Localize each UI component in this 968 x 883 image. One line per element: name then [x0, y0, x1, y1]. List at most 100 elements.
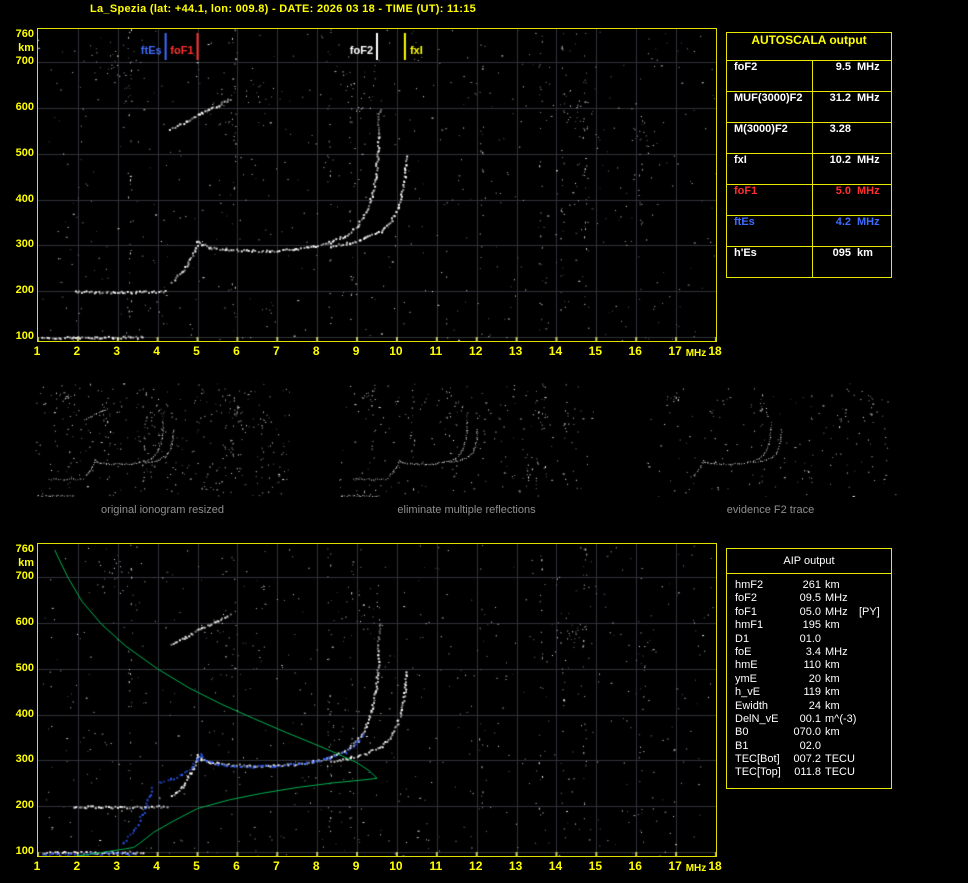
y-axis-tick-label: 100 — [15, 845, 34, 857]
x-axis-tick-label: 6 — [233, 344, 240, 358]
x-axis-tick-label: 16 — [628, 344, 642, 358]
aip-row: hmE 110 km — [735, 659, 891, 672]
thumbnail-caption-eliminate: eliminate multiple reflections — [397, 504, 536, 516]
x-axis-tick-label: 2 — [73, 859, 81, 873]
autoscala-row: h'Es 095 km — [727, 247, 891, 277]
autoscala-parameter-unit: MHz — [857, 185, 880, 197]
aip-parameter-value: 011.8 — [794, 766, 821, 779]
x-axis-tick-label: 10 — [389, 859, 403, 873]
autoscala-parameter-value: 9.5 — [835, 61, 851, 73]
aip-parameter-unit — [825, 633, 857, 646]
autoscala-parameter-value: 10.2 — [829, 154, 851, 166]
x-axis-tick-label: 1 — [33, 859, 41, 873]
aip-parameter-value: 01.0 — [799, 632, 821, 645]
autoscala-parameter-value: 3.28 — [829, 123, 851, 135]
aip-parameter-name: DelN_vE — [735, 712, 779, 725]
aip-parameter-name: h_vE — [735, 686, 761, 699]
y-axis-tick-label: 100 — [15, 330, 34, 342]
autoscala-parameter-name: h'Es — [727, 247, 813, 277]
x-axis-tick-label: 9 — [352, 859, 360, 873]
x-axis-tick-label: 3 — [113, 859, 121, 873]
autoscala-row: M(3000)F2 3.28 — [727, 123, 891, 154]
x-axis-tick-label: 14 — [548, 344, 563, 358]
thumbnail-original-ionogram-canvas — [35, 383, 290, 497]
top-ionogram-canvas — [37, 28, 717, 342]
aip-output-panel: AIP output hmF2 261 km foF2 09.5 MHz foF1 05.0 M… — [726, 548, 892, 789]
aip-parameter-value: 195 — [802, 619, 821, 632]
x-axis-tick-label: 7 — [272, 344, 280, 358]
aip-parameter-unit: MHz — [825, 605, 848, 618]
y-axis-tick-label: 200 — [15, 799, 34, 812]
aip-parameter-name: hmE — [735, 659, 758, 672]
y-axis-tick-label: 500 — [15, 661, 34, 674]
aip-parameter-name: hmF2 — [735, 579, 764, 591]
aip-parameter-name: D1 — [735, 632, 750, 645]
x-axis-tick-label: 10 — [389, 344, 403, 358]
autoscala-panel-title: AUTOSCALA output — [727, 33, 891, 61]
autoscala-parameter-unit: MHz — [857, 154, 880, 166]
x-axis-unit-label: MHz — [685, 863, 707, 874]
autoscala-row: MUF(3000)F2 31.2 MHz — [727, 92, 891, 123]
autoscala-parameter-name: foF2 — [727, 61, 813, 91]
x-axis-tick-label: 4 — [153, 344, 160, 358]
y-axis-tick-label: 400 — [15, 707, 34, 720]
autoscala-parameter-name: ftEs — [727, 216, 813, 246]
aip-parameter-name: B0 — [735, 726, 749, 739]
autoscala-parameter-name: foF1 — [727, 185, 813, 215]
y-axis-tick-label: 300 — [15, 753, 34, 766]
thumbnail-eliminate-reflections-canvas — [339, 383, 594, 497]
x-axis-tick-label: 13 — [508, 859, 523, 873]
y-axis-unit-label: km — [18, 557, 34, 569]
autoscala-row: ftEs 4.2 MHz — [727, 216, 891, 247]
y-axis-tick-label: 760 — [15, 28, 34, 40]
aip-row: TEC[Top] 011.8 TECU — [735, 766, 891, 779]
aip-row: ymE 20 km — [735, 673, 891, 686]
aip-row: TEC[Bot] 007.2 TECU — [735, 753, 891, 766]
aip-row: B1 02.0 — [735, 740, 891, 753]
x-axis-tick-label: 8 — [312, 344, 320, 358]
aip-parameter-unit: TECU — [825, 753, 855, 766]
autoscala-parameter-name: MUF(3000)F2 — [727, 92, 813, 122]
autoscala-row: foF2 9.5 MHz — [727, 61, 891, 92]
x-axis-tick-label: 15 — [588, 859, 603, 873]
autoscala-parameter-unit: MHz — [857, 216, 880, 228]
y-axis-unit-label: km — [18, 42, 34, 54]
y-axis-tick-label: 300 — [15, 238, 34, 251]
aip-parameter-name: foF2 — [735, 592, 758, 605]
page-title: La_Spezia (lat: +44.1, lon: 009.8) - DAT… — [90, 3, 477, 15]
aip-rows: hmF2 261 km foF2 09.5 MHz foF1 05.0 MHz [PY] hmF1 1… — [727, 574, 891, 780]
aip-parameter-name: TEC[Bot] — [735, 753, 780, 766]
autoscala-parameter-unit: MHz — [857, 92, 880, 104]
x-axis-tick-label: 13 — [508, 344, 523, 358]
aip-parameter-unit: MHz — [825, 645, 848, 658]
x-axis-tick-label: 11 — [429, 859, 443, 873]
aip-parameter-name: ymE — [735, 672, 757, 685]
aip-parameter-unit: km — [825, 619, 840, 632]
aip-parameter-unit: km — [825, 672, 840, 685]
aip-parameter-name: hmF1 — [735, 619, 764, 632]
autoscala-parameter-value: 31.2 — [829, 92, 851, 104]
x-axis-tick-label: 1 — [33, 344, 41, 358]
aip-parameter-name: foE — [735, 645, 752, 658]
autoscala-parameter-value: 4.2 — [835, 216, 851, 228]
aip-parameter-name: TEC[Top] — [735, 766, 781, 779]
aip-row: h_vE 119 km — [735, 686, 891, 699]
x-axis-tick-label: 4 — [153, 859, 160, 873]
aip-parameter-flag: [PY] — [859, 605, 880, 618]
aip-parameter-unit: km — [825, 699, 840, 712]
aip-row: foF2 09.5 MHz — [735, 592, 891, 605]
autoscala-rows: foF2 9.5 MHz MUF(3000)F2 31.2 MHz M(3000)F2 3.2… — [727, 61, 891, 277]
y-axis-tick-label: 200 — [15, 284, 34, 297]
aip-parameter-unit: TECU — [825, 766, 855, 779]
aip-parameter-unit — [825, 740, 857, 753]
thumbnail-caption-original: original ionogram resized — [101, 504, 224, 516]
autoscala-row: fxI 10.2 MHz — [727, 154, 891, 185]
aip-row: foF1 05.0 MHz [PY] — [735, 606, 891, 619]
x-axis-tick-label: 8 — [312, 859, 320, 873]
aip-parameter-unit: m^(-3) — [825, 712, 857, 725]
x-axis-tick-label: 5 — [193, 344, 200, 358]
aip-parameter-value: 119 — [803, 686, 821, 699]
y-axis-tick-label: 600 — [15, 101, 34, 114]
autoscala-parameter-name: M(3000)F2 — [727, 123, 813, 153]
autoscala-parameter-name: fxI — [727, 154, 813, 184]
